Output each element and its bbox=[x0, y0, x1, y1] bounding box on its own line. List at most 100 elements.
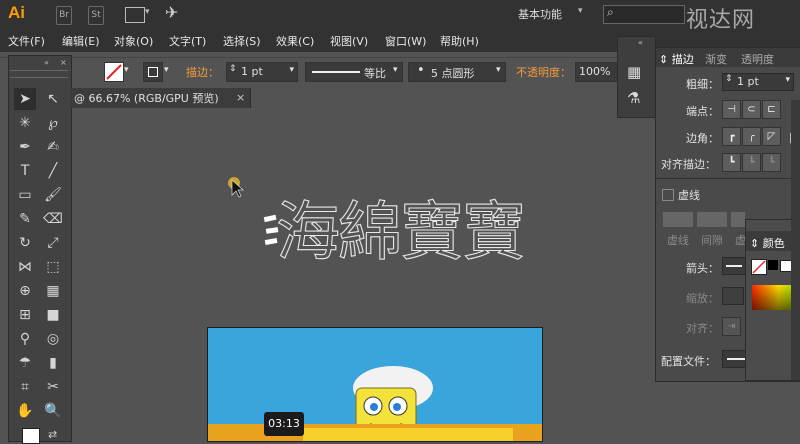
pen-tool-icon[interactable]: ✒ bbox=[14, 136, 36, 158]
pencil-tool-icon[interactable]: ✎ bbox=[14, 208, 36, 230]
gap-field-1[interactable] bbox=[697, 212, 727, 227]
stepper-icon[interactable]: ⇕ bbox=[229, 64, 237, 74]
close-icon[interactable]: × bbox=[60, 58, 67, 67]
swap-colors-icon[interactable]: ⇄ bbox=[48, 428, 57, 441]
rectangle-tool-icon[interactable]: ▭ bbox=[14, 184, 36, 206]
brush-dot-icon: • bbox=[417, 63, 425, 78]
stroke-weight-input[interactable]: ⇕ 1 pt ▾ bbox=[226, 62, 298, 82]
magic-wand-tool-icon[interactable]: ✳ bbox=[14, 112, 36, 134]
line-tool-icon[interactable]: ╱ bbox=[42, 160, 64, 182]
hand-tool-icon[interactable]: ✋ bbox=[14, 400, 36, 422]
lasso-tool-icon[interactable]: ℘ bbox=[42, 112, 64, 134]
arrowhead-start-select[interactable] bbox=[722, 257, 746, 275]
menu-file[interactable]: 文件(F) bbox=[8, 33, 45, 49]
butt-cap-icon[interactable]: ⊣ bbox=[722, 100, 741, 119]
curvature-tool-icon[interactable]: ✍ bbox=[42, 136, 64, 158]
column-graph-tool-icon[interactable]: ▮ bbox=[42, 352, 64, 374]
eraser-tool-icon[interactable]: ⌫ bbox=[42, 208, 64, 230]
collapse-icon[interactable]: « bbox=[44, 58, 49, 67]
symbol-sprayer-tool-icon[interactable]: ☂ bbox=[14, 352, 36, 374]
free-transform-tool-icon[interactable]: ⬚ bbox=[42, 256, 64, 278]
align-arrow-label: 对齐： bbox=[686, 322, 719, 335]
scale-tool-icon[interactable]: ⤢ bbox=[42, 232, 64, 254]
opacity-input[interactable]: 100% bbox=[575, 62, 621, 82]
width-tool-icon[interactable]: ⋈ bbox=[14, 256, 36, 278]
dashed-checkbox[interactable] bbox=[662, 189, 674, 201]
miter-join-icon[interactable]: ┏ bbox=[722, 127, 741, 146]
rotate-tool-icon[interactable]: ↻ bbox=[14, 232, 36, 254]
menu-view[interactable]: 视图(V) bbox=[330, 33, 368, 49]
round-join-icon[interactable]: ╭ bbox=[742, 127, 761, 146]
blend-tool-icon[interactable]: ◎ bbox=[42, 328, 64, 350]
cap-label: 端点： bbox=[686, 105, 719, 118]
tab-color[interactable]: ⇕ 颜色 bbox=[750, 235, 785, 251]
dash-field-1[interactable] bbox=[663, 212, 693, 227]
mouse-pointer-icon bbox=[231, 179, 244, 198]
panel-grip[interactable] bbox=[10, 70, 68, 78]
eyedropper-tool-icon[interactable]: ⚲ bbox=[14, 328, 36, 350]
opacity-label[interactable]: 不透明度： bbox=[516, 64, 571, 80]
fill-color-icon[interactable] bbox=[22, 428, 40, 444]
round-cap-icon[interactable]: ⊂ bbox=[742, 100, 761, 119]
gpu-performance-icon[interactable]: ✈ bbox=[165, 3, 178, 22]
projecting-cap-icon[interactable]: ⊏ bbox=[762, 100, 781, 119]
fill-none-swatch[interactable] bbox=[751, 259, 767, 275]
type-tool-icon[interactable]: T bbox=[14, 160, 36, 182]
arrow-extend-icon[interactable]: ⇥ bbox=[722, 317, 741, 336]
artboard-tool-icon[interactable]: ⌗ bbox=[14, 376, 36, 398]
document-tab[interactable]: @ 66.67% (RGB/GPU 预览) bbox=[70, 88, 251, 108]
chevron-down-icon: ▾ bbox=[785, 75, 790, 85]
menu-object[interactable]: 对象(O) bbox=[114, 33, 153, 49]
slice-tool-icon[interactable]: ✂ bbox=[42, 376, 64, 398]
gradient-tool-icon[interactable]: ■ bbox=[42, 304, 64, 326]
selection-tool-icon[interactable]: ➤ bbox=[14, 88, 36, 110]
tab-gradient[interactable]: 渐变 bbox=[705, 51, 727, 67]
menu-window[interactable]: 窗口(W) bbox=[385, 33, 426, 49]
arrange-documents-icon[interactable] bbox=[125, 7, 145, 23]
stepper-icon[interactable]: ⇕ bbox=[725, 74, 733, 84]
tab-transparency[interactable]: 透明度 bbox=[741, 51, 774, 67]
video-timecode: 03:13 bbox=[264, 412, 304, 436]
align-outside-icon[interactable]: ┗ bbox=[762, 153, 781, 172]
dash-field-2[interactable] bbox=[731, 212, 745, 227]
black-swatch[interactable] bbox=[768, 260, 778, 270]
align-center-icon[interactable]: ┗ bbox=[722, 153, 741, 172]
menu-edit[interactable]: 编辑(E) bbox=[62, 33, 100, 49]
chevron-down-icon: ▾ bbox=[145, 7, 150, 17]
stock-button[interactable]: St bbox=[88, 6, 104, 25]
fill-swatch[interactable] bbox=[104, 62, 124, 82]
align-inside-icon[interactable]: ┗ bbox=[742, 153, 761, 172]
weight-input[interactable]: ⇕ 1 pt ▾ bbox=[722, 73, 794, 91]
stroke-weight-label[interactable]: 描边： bbox=[186, 64, 219, 80]
perspective-grid-tool-icon[interactable]: ▦ bbox=[42, 280, 64, 302]
libraries-icon[interactable]: ⚗ bbox=[627, 89, 640, 107]
outline-text: 海綿寶寶 bbox=[276, 196, 524, 270]
shape-builder-tool-icon[interactable]: ⊕ bbox=[14, 280, 36, 302]
scale-input[interactable] bbox=[722, 287, 744, 305]
menu-help[interactable]: 帮助(H) bbox=[440, 33, 479, 49]
grid-panel-icon[interactable]: ▦ bbox=[627, 63, 641, 81]
collapse-icon[interactable]: « bbox=[638, 38, 643, 47]
close-document-icon[interactable]: × bbox=[236, 91, 245, 104]
brush-definition[interactable]: • 5 点圆形 bbox=[408, 62, 506, 82]
zoom-tool-icon[interactable]: 🔍 bbox=[42, 400, 64, 422]
bevel-join-icon[interactable]: ◸ bbox=[762, 127, 781, 146]
mesh-tool-icon[interactable]: ⊞ bbox=[14, 304, 36, 326]
paintbrush-tool-icon[interactable]: 🖌 bbox=[42, 184, 64, 206]
search-icon: ⌕ bbox=[607, 5, 614, 19]
tab-stroke[interactable]: ⇕ 描边 bbox=[659, 51, 694, 67]
variable-width-profile[interactable]: 等比 bbox=[305, 62, 403, 82]
search-input[interactable] bbox=[603, 5, 685, 24]
bridge-button[interactable]: Br bbox=[56, 6, 72, 25]
direct-selection-tool-icon[interactable]: ↖ bbox=[42, 88, 64, 110]
stroke-swatch[interactable] bbox=[143, 62, 163, 82]
arrowhead-label: 箭头： bbox=[686, 262, 719, 275]
menu-select[interactable]: 选择(S) bbox=[223, 33, 261, 49]
profile-value: 等比 bbox=[364, 67, 386, 80]
opacity-value: 100% bbox=[579, 65, 611, 78]
artboard[interactable] bbox=[207, 327, 543, 442]
chevron-down-icon: ▾ bbox=[289, 65, 294, 75]
menu-type[interactable]: 文字(T) bbox=[169, 33, 206, 49]
menu-effect[interactable]: 效果(C) bbox=[276, 33, 314, 49]
panel-scrollbar[interactable] bbox=[791, 100, 800, 380]
